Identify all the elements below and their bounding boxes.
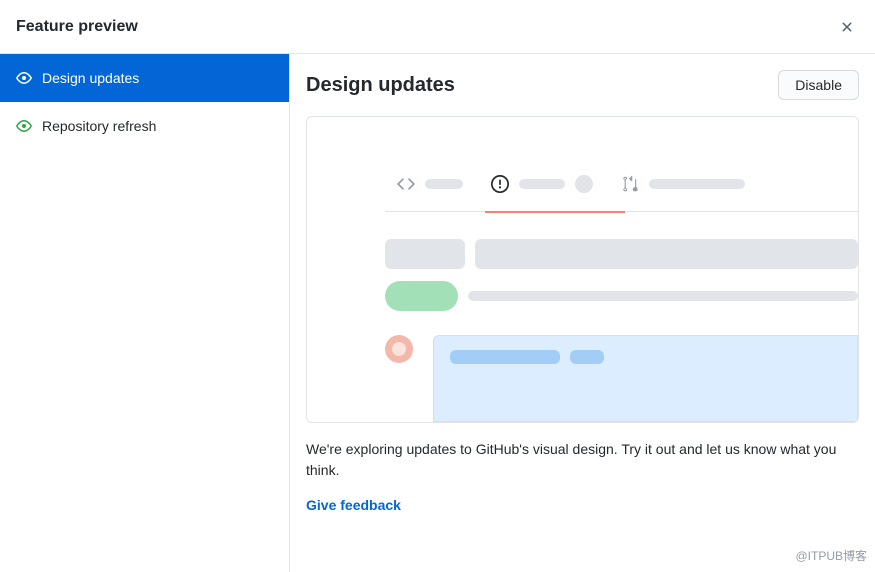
content-header: Design updates Disable [306, 70, 859, 100]
content-title: Design updates [306, 74, 455, 97]
feature-description: We're exploring updates to GitHub's visu… [306, 439, 859, 481]
sidebar: Design updates Repository refresh [0, 54, 290, 572]
content-panel: Design updates Disable [290, 54, 875, 572]
sidebar-item-label: Design updates [42, 70, 139, 86]
sidebar-item-repository-refresh[interactable]: Repository refresh [0, 102, 289, 150]
give-feedback-link[interactable]: Give feedback [306, 497, 401, 513]
close-icon [839, 19, 855, 35]
sidebar-item-label: Repository refresh [42, 118, 156, 134]
preview-illustration [306, 116, 859, 423]
watermark: @ITPUB博客 [795, 547, 867, 564]
dialog-body: Design updates Repository refresh Design… [0, 54, 875, 572]
illustration-row-3 [385, 281, 858, 311]
sidebar-item-design-updates[interactable]: Design updates [0, 54, 289, 102]
eye-icon [16, 118, 32, 134]
eye-icon [16, 70, 32, 86]
issue-icon [491, 175, 509, 193]
pull-request-icon [621, 175, 639, 193]
avatar-icon [385, 335, 413, 363]
disable-button[interactable]: Disable [778, 70, 859, 100]
close-button[interactable] [835, 15, 859, 39]
illustration-tabs [397, 175, 858, 203]
code-icon [397, 175, 415, 193]
illustration-row-4 [385, 335, 858, 422]
dialog-title: Feature preview [16, 18, 138, 36]
illustration-row-2 [385, 239, 858, 269]
dialog-header: Feature preview [0, 0, 875, 54]
